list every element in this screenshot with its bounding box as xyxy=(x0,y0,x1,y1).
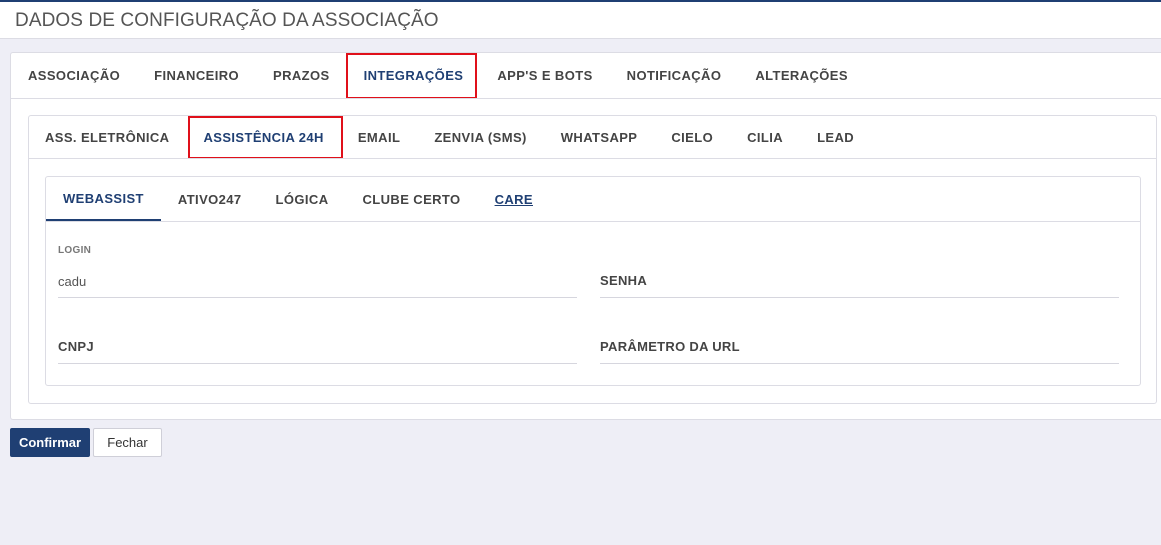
tab-associacao[interactable]: ASSOCIAÇÃO xyxy=(28,68,120,83)
integration-tab-divider xyxy=(29,158,1156,159)
outer-tab-bar: ASSOCIAÇÃO FINANCEIRO PRAZOS INTEGRAÇÕES… xyxy=(28,53,848,98)
tab-assistencia-24h[interactable]: ASSISTÊNCIA 24H xyxy=(203,130,323,145)
tab-clube-certo[interactable]: CLUBE CERTO xyxy=(346,177,478,221)
cnpj-label: CNPJ xyxy=(58,339,94,354)
senha-underline xyxy=(600,297,1119,298)
tab-lead[interactable]: LEAD xyxy=(817,130,854,145)
assistance-provider-panel: WEBASSIST ATIVO247 LÓGICA CLUBE CERTO CA… xyxy=(45,176,1141,386)
close-button[interactable]: Fechar xyxy=(93,428,162,457)
tab-ativo247[interactable]: ATIVO247 xyxy=(161,177,259,221)
outer-tab-divider xyxy=(11,98,1161,99)
tab-notificacao[interactable]: NOTIFICAÇÃO xyxy=(627,68,722,83)
tab-apps-e-bots[interactable]: APP'S E BOTS xyxy=(497,68,592,83)
tab-ass-eletronica[interactable]: ASS. ELETRÔNICA xyxy=(45,130,169,145)
senha-label: SENHA xyxy=(600,273,648,288)
login-field[interactable]: LOGIN cadu xyxy=(58,239,577,298)
tab-whatsapp[interactable]: WHATSAPP xyxy=(561,130,638,145)
assistance-tab-divider xyxy=(46,221,1140,222)
login-value[interactable]: cadu xyxy=(58,274,86,289)
tab-care[interactable]: CARE xyxy=(478,177,550,221)
url-parameter-field[interactable]: PARÂMETRO DA URL xyxy=(600,307,1119,364)
page-header: DADOS DE CONFIGURAÇÃO DA ASSOCIAÇÃO xyxy=(0,2,1161,39)
tab-webassist[interactable]: WEBASSIST xyxy=(46,177,161,221)
senha-field[interactable]: SENHA xyxy=(600,239,1119,298)
tab-cielo[interactable]: CIELO xyxy=(671,130,713,145)
url-parameter-label: PARÂMETRO DA URL xyxy=(600,339,740,354)
assistance-tab-bar: WEBASSIST ATIVO247 LÓGICA CLUBE CERTO CA… xyxy=(46,177,550,221)
tab-logica[interactable]: LÓGICA xyxy=(259,177,346,221)
tab-zenvia-sms[interactable]: ZENVIA (SMS) xyxy=(434,130,526,145)
page-title: DADOS DE CONFIGURAÇÃO DA ASSOCIAÇÃO xyxy=(15,10,439,31)
tab-alteracoes[interactable]: ALTERAÇÕES xyxy=(755,68,848,83)
cnpj-underline xyxy=(58,363,577,364)
login-underline xyxy=(58,297,577,298)
cnpj-field[interactable]: CNPJ xyxy=(58,307,577,364)
configuration-panel: ASSOCIAÇÃO FINANCEIRO PRAZOS INTEGRAÇÕES… xyxy=(10,52,1161,420)
tab-email[interactable]: EMAIL xyxy=(358,130,400,145)
login-label: LOGIN xyxy=(58,245,92,256)
tab-integracoes[interactable]: INTEGRAÇÕES xyxy=(364,68,464,83)
tab-cilia[interactable]: CILIA xyxy=(747,130,783,145)
tab-financeiro[interactable]: FINANCEIRO xyxy=(154,68,239,83)
integrations-panel: ASS. ELETRÔNICA ASSISTÊNCIA 24H EMAIL ZE… xyxy=(28,115,1157,404)
integration-tab-bar: ASS. ELETRÔNICA ASSISTÊNCIA 24H EMAIL ZE… xyxy=(45,116,854,158)
tab-prazos[interactable]: PRAZOS xyxy=(273,68,330,83)
url-parameter-underline xyxy=(600,363,1119,364)
confirm-button[interactable]: Confirmar xyxy=(10,428,90,457)
